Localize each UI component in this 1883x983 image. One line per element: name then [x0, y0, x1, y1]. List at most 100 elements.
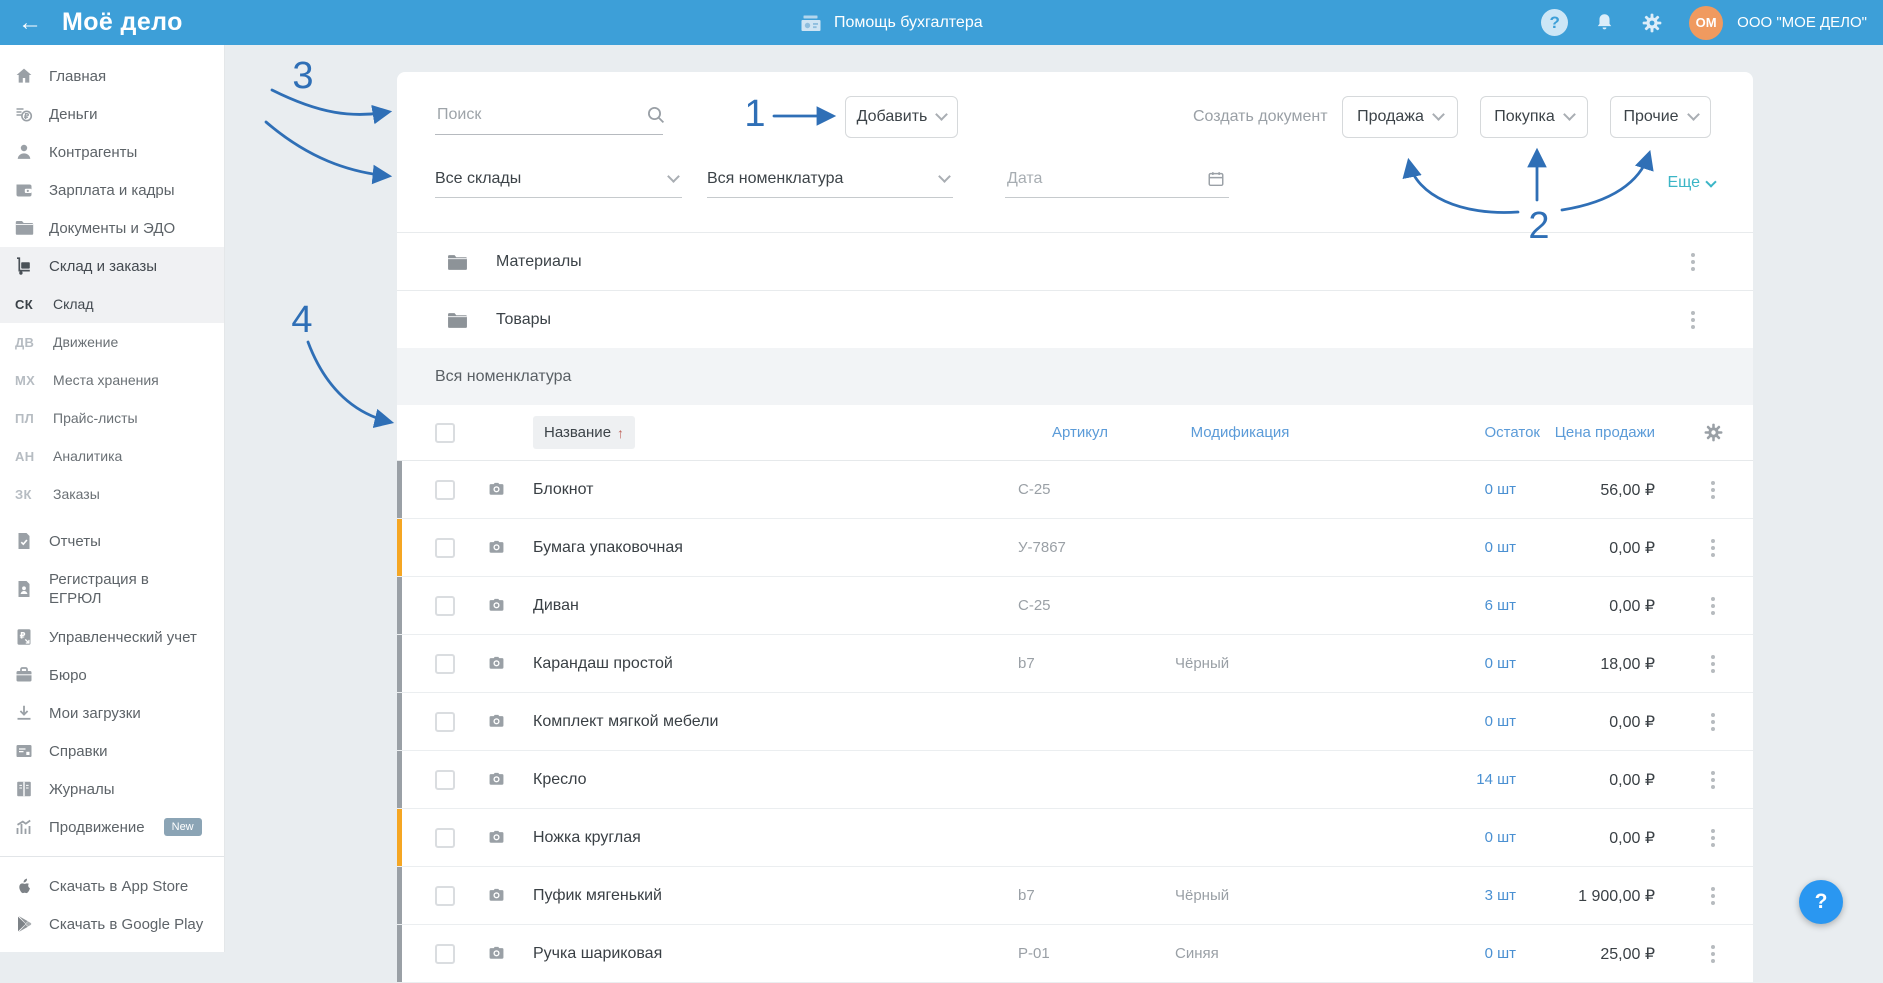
photo-camera-icon [487, 770, 505, 789]
nomenclature-table: Название ↑ Артикул Модификация Остаток Ц… [397, 405, 1753, 983]
sidebar-item-bureau[interactable]: Бюро [0, 656, 224, 694]
folder-row-materials[interactable]: Материалы [397, 232, 1753, 291]
sidebar-item-documents[interactable]: Документы и ЭДО [0, 209, 224, 247]
warehouse-select[interactable]: Все склады [435, 160, 682, 198]
modification-header[interactable]: Модификация [1150, 424, 1330, 441]
sidebar-item-promotion[interactable]: Продвижение New [0, 808, 224, 846]
topbar: ← Моё дело Помощь бухгалтера ? ОМ ООО "М… [0, 0, 1883, 45]
row-menu-button[interactable] [1705, 823, 1721, 853]
row-checkbox[interactable] [435, 769, 455, 790]
chart-growth-icon [14, 817, 34, 837]
row-status-bar [397, 693, 402, 750]
price-header[interactable]: Цена продажи [1550, 424, 1673, 441]
photo-camera-icon [487, 828, 505, 847]
folder-menu-button[interactable] [1685, 247, 1701, 277]
search-input[interactable] [435, 105, 646, 125]
add-button[interactable]: Добавить [845, 96, 958, 138]
row-checkbox[interactable] [435, 479, 455, 500]
sidebar-item-warehouse[interactable]: Склад и заказы [0, 247, 224, 285]
sidebar-subitem-dvizhenie[interactable]: ДВ Движение [0, 323, 224, 361]
chevron-down-icon [667, 169, 680, 183]
new-badge: New [163, 818, 202, 836]
table-row[interactable]: Блокнот С-25 0 шт 56,00 ₽ [397, 461, 1753, 519]
sidebar-item-main[interactable]: Главная [0, 57, 224, 95]
date-input[interactable] [1005, 168, 1207, 189]
help-icon[interactable]: ? [1541, 9, 1569, 36]
sidebar-item-downloads[interactable]: Мои загрузки [0, 694, 224, 732]
table-row[interactable]: Бумага упаковочная У-7867 0 шт 0,00 ₽ [397, 519, 1753, 577]
row-status-bar [397, 867, 402, 924]
settings-gear-icon[interactable] [1641, 12, 1663, 34]
photo-camera-icon [487, 480, 505, 499]
back-arrow-icon[interactable]: ← [18, 10, 42, 35]
table-row[interactable]: Диван С-25 6 шт 0,00 ₽ [397, 577, 1753, 635]
table-row[interactable]: Ручка шариковая Р-01 Синяя 0 шт 25,00 ₽ [397, 925, 1753, 983]
other-button[interactable]: Прочие [1610, 96, 1711, 138]
sku-header[interactable]: Артикул [1010, 424, 1150, 441]
table-row[interactable]: Комплект мягкой мебели 0 шт 0,00 ₽ [397, 693, 1753, 751]
stock-header[interactable]: Остаток [1330, 424, 1550, 441]
table-row[interactable]: Кресло 14 шт 0,00 ₽ [397, 751, 1753, 809]
section-title: Вся номенклатура [435, 367, 572, 385]
svg-text:₽: ₽ [20, 630, 26, 640]
sidebar-item-egrul[interactable]: Регистрация в ЕГРЮЛ [0, 560, 224, 618]
row-status-bar [397, 461, 402, 518]
app-logo[interactable]: Моё дело [62, 8, 183, 37]
photo-camera-icon [487, 654, 505, 673]
sidebar-subitem-sklad[interactable]: СК Склад [0, 285, 224, 323]
folder-row-goods[interactable]: Товары [397, 290, 1753, 349]
table-row[interactable]: Ножка круглая 0 шт 0,00 ₽ [397, 809, 1753, 867]
sidebar-subitem-price-lists[interactable]: ПЛ Прайс-листы [0, 399, 224, 437]
annotation-arrow-3a [270, 88, 393, 125]
book-icon [14, 779, 34, 799]
row-menu-button[interactable] [1705, 939, 1721, 969]
row-checkbox[interactable] [435, 595, 455, 616]
row-checkbox[interactable] [435, 943, 455, 964]
svg-text:₽: ₽ [24, 112, 30, 121]
sidebar-item-app-store[interactable]: Скачать в App Store [0, 867, 224, 905]
notifications-bell-icon[interactable] [1594, 12, 1615, 33]
sidebar-item-salary[interactable]: Зарплата и кадры [0, 171, 224, 209]
table-row[interactable]: Пуфик мягенький b7 Чёрный 3 шт 1 900,00 … [397, 867, 1753, 925]
sale-button[interactable]: Продажа [1342, 96, 1458, 138]
sidebar-item-money[interactable]: ₽ Деньги [0, 95, 224, 133]
sidebar-item-certificates[interactable]: Справки [0, 732, 224, 770]
company-name[interactable]: ООО "МОЕ ДЕЛО" [1737, 14, 1867, 31]
search-field[interactable] [435, 96, 665, 135]
accountant-help-link[interactable]: Помощь бухгалтера [800, 0, 983, 45]
select-all-checkbox[interactable] [435, 422, 455, 443]
row-checkbox[interactable] [435, 885, 455, 906]
sidebar-item-management[interactable]: ₽ Управленческий учет [0, 618, 224, 656]
table-row[interactable]: Карандаш простой b7 Чёрный 0 шт 18,00 ₽ [397, 635, 1753, 693]
sort-name-header[interactable]: Название ↑ [533, 416, 636, 449]
row-menu-button[interactable] [1705, 881, 1721, 911]
sidebar-subitem-mesta[interactable]: МХ Места хранения [0, 361, 224, 399]
sidebar-subitem-orders[interactable]: ЗК Заказы [0, 475, 224, 513]
row-menu-button[interactable] [1705, 707, 1721, 737]
sidebar-item-contractors[interactable]: Контрагенты [0, 133, 224, 171]
photo-camera-icon [487, 944, 505, 963]
more-link[interactable]: Еще [1667, 174, 1717, 192]
row-menu-button[interactable] [1705, 765, 1721, 795]
salary-icon [14, 180, 34, 200]
sidebar-item-reports[interactable]: Отчеты [0, 522, 224, 560]
row-checkbox[interactable] [435, 537, 455, 558]
help-fab-button[interactable]: ? [1799, 880, 1843, 924]
row-menu-button[interactable] [1705, 533, 1721, 563]
row-checkbox[interactable] [435, 711, 455, 732]
nomenclature-select[interactable]: Вся номенклатура [707, 160, 953, 198]
date-field[interactable] [1005, 160, 1229, 198]
folder-menu-button[interactable] [1685, 305, 1701, 335]
row-menu-button[interactable] [1705, 591, 1721, 621]
briefcase-icon [14, 665, 34, 685]
sidebar-subitem-analytics[interactable]: АН Аналитика [0, 437, 224, 475]
sidebar-item-journals[interactable]: Журналы [0, 770, 224, 808]
purchase-button[interactable]: Покупка [1480, 96, 1588, 138]
user-avatar[interactable]: ОМ [1689, 5, 1724, 40]
row-checkbox[interactable] [435, 653, 455, 674]
table-settings-gear-icon[interactable] [1703, 422, 1724, 443]
row-menu-button[interactable] [1705, 475, 1721, 505]
row-checkbox[interactable] [435, 827, 455, 848]
sidebar-item-google-play[interactable]: Скачать в Google Play [0, 905, 224, 943]
row-menu-button[interactable] [1705, 649, 1721, 679]
